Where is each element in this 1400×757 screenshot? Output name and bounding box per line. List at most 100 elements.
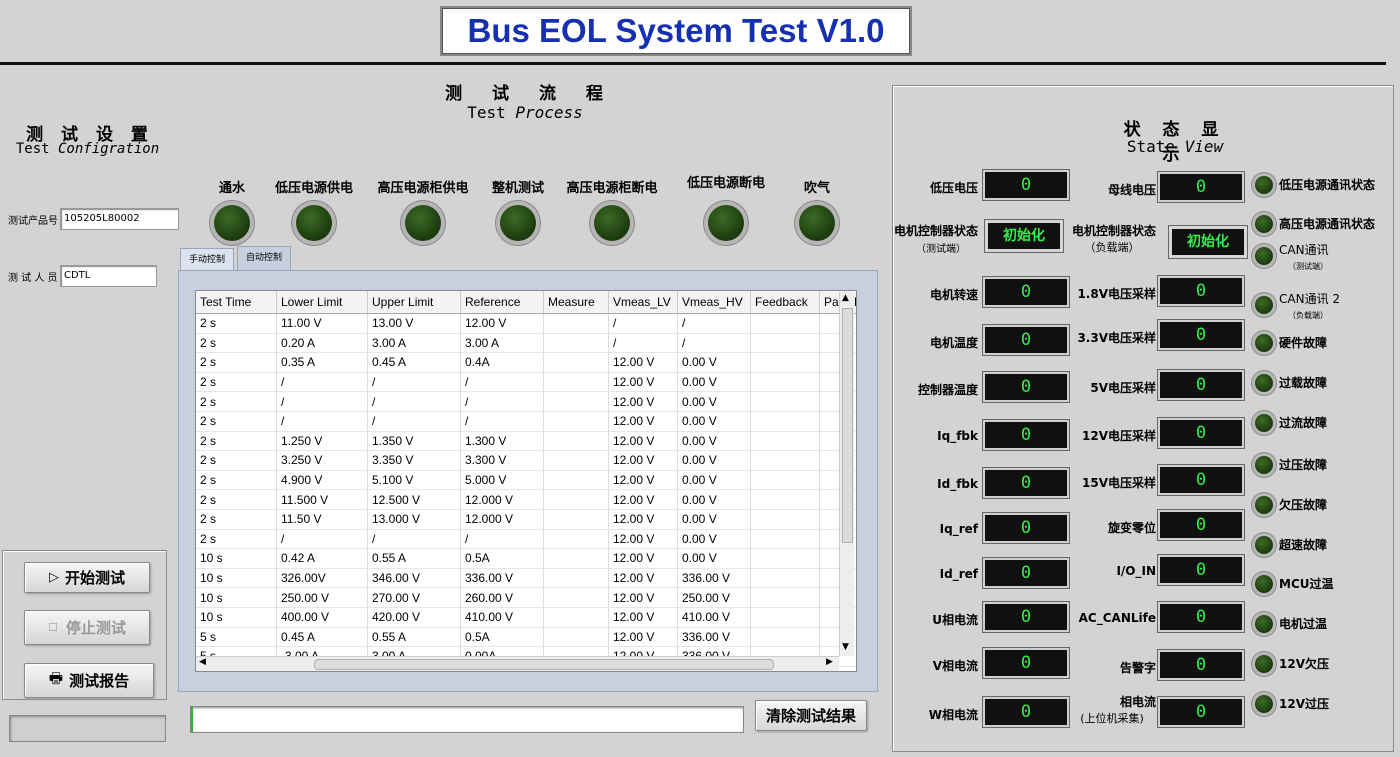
- status-led-icon: [1255, 695, 1273, 713]
- clear-results-button[interactable]: 清除测试结果: [755, 700, 867, 731]
- table-row[interactable]: 2 s 0.20 A 3.00 A 3.00 A / /: [196, 333, 856, 354]
- table-cell: 10 s: [196, 548, 277, 569]
- state-title-en: State View: [1110, 137, 1240, 156]
- table-row[interactable]: 2 s / //12.00 V 0.00 V: [196, 411, 856, 432]
- table-cell: 12.00 V: [608, 489, 678, 510]
- column-header[interactable]: Feedback: [750, 291, 820, 314]
- step-led-water: [214, 205, 250, 241]
- table-row[interactable]: 10 s 326.00V 346.00 V 336.00 V 12.00 V 336.00…: [196, 568, 856, 589]
- table-row[interactable]: 10 s 0.42 A 0.55 A 0.5A 12.00 V 0.00 V: [196, 548, 856, 569]
- table-cell: [543, 411, 609, 432]
- process-title-en-plain: Test: [467, 103, 506, 122]
- scroll-up-arrow-icon[interactable]: ▲: [842, 293, 849, 303]
- step-label-lv-supply: 低压电源供电: [274, 181, 353, 196]
- table-cell: 0.00 V: [677, 352, 751, 373]
- status-led-icon: [1255, 414, 1273, 432]
- table-row[interactable]: 2 s 3.250 V 3.350 V 3.300 V 12.00 V 0.00 V: [196, 450, 856, 471]
- state-value-display: 0: [983, 468, 1069, 498]
- status-led-icon: [1255, 615, 1273, 633]
- table-cell: [750, 470, 820, 491]
- scroll-left-arrow-icon[interactable]: ◀: [199, 657, 206, 667]
- state-value-display: 0: [983, 277, 1069, 307]
- table-cell: 12.00 V: [608, 431, 678, 452]
- table-row[interactable]: 2 s 11.50 V 13.000 V 12.000 V 12.00 V 0.00 V: [196, 509, 856, 530]
- table-cell: 3.350 V: [367, 450, 461, 471]
- scroll-right-arrow-icon[interactable]: ▶: [826, 657, 833, 667]
- table-horizontal-scrollbar[interactable]: ◀ ▶: [196, 656, 839, 671]
- stop-test-button[interactable]: ☐ 停止测试: [24, 610, 150, 645]
- test-table[interactable]: Test Time Lower Limit Upper Limit Reference…: [195, 290, 857, 672]
- table-cell: 11.00 V: [276, 313, 368, 334]
- table-row[interactable]: 2 s / //12.00 V 0.00 V: [196, 529, 856, 550]
- table-row[interactable]: 2 s 11.00 V 13.00 V 12.00 V / /: [196, 313, 856, 334]
- step-led-hv-supply: [405, 205, 441, 241]
- column-header[interactable]: Lower Limit: [276, 291, 368, 314]
- table-cell: 13.000 V: [367, 509, 461, 530]
- table-cell: /: [460, 372, 544, 393]
- state-value-display: 0: [983, 170, 1069, 200]
- step-label-air: 吹气: [803, 181, 830, 196]
- table-row[interactable]: 2 s 0.35 A 0.45 A 0.4A 12.00 V 0.00 V: [196, 352, 856, 373]
- state-label: 电机转速: [929, 288, 978, 302]
- column-header[interactable]: Test Time: [196, 291, 277, 314]
- table-cell: /: [608, 313, 678, 334]
- table-header-row: Test Time Lower Limit Upper Limit Reference…: [196, 291, 856, 314]
- column-header[interactable]: Reference: [460, 291, 544, 314]
- table-cell: 1.350 V: [367, 431, 461, 452]
- step-led-full-test: [500, 205, 536, 241]
- table-cell: [543, 509, 609, 530]
- state-label: 电机控制器状态: [893, 224, 978, 238]
- table-row[interactable]: 5 s 0.45 A 0.55 A 0.5A 12.00 V 336.00 V: [196, 627, 856, 648]
- tester-field[interactable]: CDTL: [60, 265, 157, 287]
- table-row[interactable]: 2 s / //12.00 V 0.00 V: [196, 372, 856, 393]
- product-number-field[interactable]: 105205L80002: [60, 208, 179, 230]
- table-cell: 11.50 V: [276, 509, 368, 530]
- state-label: 15V电压采样: [1082, 476, 1156, 490]
- table-cell: 12.000 V: [460, 489, 544, 510]
- column-header[interactable]: Measure: [543, 291, 609, 314]
- table-row[interactable]: 2 s 11.500 V 12.500 V 12.000 V 12.00 V 0.00 V: [196, 489, 856, 510]
- table-vertical-scrollbar[interactable]: ▲ ▼: [839, 292, 854, 656]
- horizontal-scroll-thumb[interactable]: [314, 659, 774, 670]
- tab-auto[interactable]: 自动控制: [237, 246, 292, 271]
- table-cell: 0.00 V: [677, 431, 751, 452]
- table-cell: [750, 352, 820, 373]
- column-header[interactable]: Upper Limit: [367, 291, 461, 314]
- scroll-down-arrow-icon[interactable]: ▼: [842, 642, 849, 652]
- stop-test-label: 停止测试: [65, 619, 126, 637]
- status-led-icon: [1255, 575, 1273, 593]
- table-row[interactable]: 2 s 1.250 V 1.350 V 1.300 V 12.00 V 0.00 V: [196, 431, 856, 452]
- status-indicator-label: 过流故障: [1279, 416, 1328, 430]
- state-label: 12V电压采样: [1082, 429, 1156, 443]
- state-value-display: 0: [983, 372, 1069, 402]
- table-cell: 0.45 A: [367, 352, 461, 373]
- table-row[interactable]: 10 s 400.00 V 420.00 V 410.00 V 12.00 V 410.0…: [196, 607, 856, 628]
- table-row[interactable]: 2 s / //12.00 V 0.00 V: [196, 391, 856, 412]
- product-label: 测试产品号: [8, 216, 58, 227]
- process-title-en-italic: Process: [515, 103, 583, 122]
- table-cell: [543, 529, 609, 550]
- column-header[interactable]: Vmeas_HV: [677, 291, 751, 314]
- state-label: Iq_fbk: [937, 429, 978, 443]
- config-title-en-italic: Configration: [58, 141, 160, 157]
- table-cell: 0.55 A: [367, 627, 461, 648]
- state-label: 3.3V电压采样: [1077, 331, 1156, 345]
- progress-bar: [190, 706, 744, 733]
- table-row[interactable]: 2 s 4.900 V 5.100 V 5.000 V 12.00 V 0.00 V: [196, 470, 856, 491]
- state-value-display: 0: [1158, 370, 1244, 400]
- start-test-button[interactable]: ▷ 开始测试: [24, 562, 150, 593]
- vertical-scroll-thumb[interactable]: [842, 308, 853, 543]
- test-report-button[interactable]: 🖶 测试报告: [24, 663, 154, 698]
- column-header[interactable]: Vmeas_LV: [608, 291, 678, 314]
- table-cell: [750, 607, 820, 628]
- table-cell: [543, 568, 609, 589]
- state-value-display: 初始化: [985, 220, 1063, 252]
- state-sublabel: （负载端）: [1084, 241, 1140, 254]
- tab-manual[interactable]: 手动控制: [180, 248, 235, 271]
- table-cell: 2 s: [196, 411, 277, 432]
- status-indicator-label: 12V欠压: [1279, 657, 1329, 671]
- table-cell: 12.00 V: [460, 313, 544, 334]
- config-title-en: Test Configration: [5, 141, 170, 157]
- table-cell: 12.00 V: [608, 470, 678, 491]
- table-row[interactable]: 10 s 250.00 V 270.00 V 260.00 V 12.00 V 250.0…: [196, 587, 856, 608]
